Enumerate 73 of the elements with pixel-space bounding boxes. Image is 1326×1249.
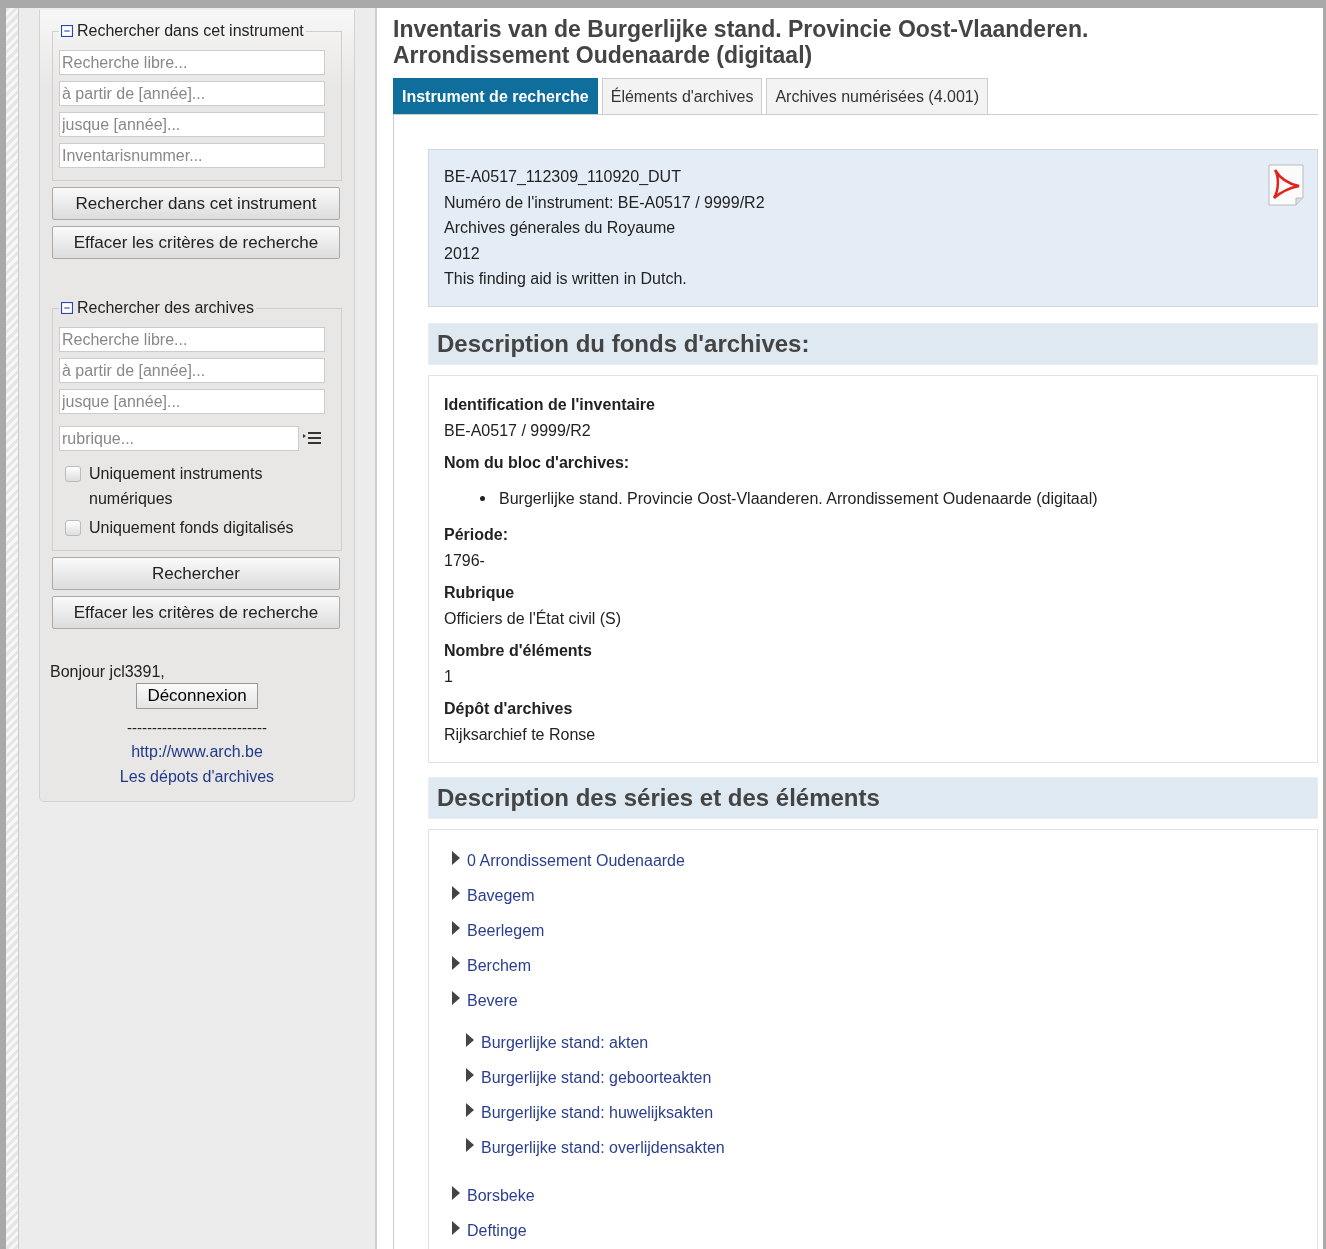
expand-arrow-icon[interactable]	[465, 1067, 475, 1083]
collapse-icon[interactable]	[61, 302, 73, 314]
search-field[interactable]: Recherche libre...	[59, 50, 325, 75]
tab[interactable]: Instrument de recherche	[393, 78, 598, 114]
tab[interactable]: Archives numérisées (4.001)	[766, 78, 989, 114]
logout-button[interactable]: Déconnexion	[136, 683, 258, 709]
group-legend: Rechercher des archives	[77, 299, 254, 317]
search-field[interactable]: jusque [année]...	[59, 389, 325, 414]
pdf-icon[interactable]	[1267, 164, 1305, 206]
search-field[interactable]: Recherche libre...	[59, 327, 325, 352]
field-label: Identification de l'inventaire	[444, 394, 656, 415]
tree-item[interactable]: Bavegem	[467, 887, 535, 905]
info-text: Archives génerales du Royaume	[444, 218, 677, 238]
list-picker-icon[interactable]	[303, 430, 321, 447]
tree-item[interactable]: Deftinge	[467, 1222, 527, 1240]
expand-arrow-icon[interactable]	[465, 1137, 475, 1153]
expand-arrow-icon[interactable]	[465, 1032, 475, 1048]
group-legend: Rechercher dans cet instrument	[77, 22, 304, 40]
tree-item[interactable]: Beerlegem	[467, 922, 545, 940]
bullet-icon	[480, 496, 485, 501]
checkbox[interactable]	[65, 466, 81, 482]
field-value: BE-A0517 / 9999/R2	[444, 420, 592, 441]
expand-arrow-icon[interactable]	[451, 920, 461, 936]
search-field[interactable]: à partir de [année]...	[59, 81, 325, 106]
info-text: 2012	[444, 243, 481, 264]
info-text: BE-A0517_112309_110920_DUT	[444, 167, 682, 187]
tree-item[interactable]: Burgerlijke stand: geboorteakten	[481, 1069, 712, 1087]
greeting-text: Bonjour jcl3391,	[50, 663, 166, 681]
field-label: Dépôt d'archives	[444, 698, 574, 719]
search-button[interactable]: Effacer les critères de recherche	[52, 226, 340, 259]
field-value: Officiers de l'État civil (S)	[444, 608, 623, 629]
field-label: Nombre d'éléments	[444, 640, 593, 661]
field-label: Nom du bloc d'archives:	[444, 452, 631, 473]
footer-link[interactable]: Les dépots d'archives	[119, 768, 275, 785]
expand-arrow-icon[interactable]	[451, 1185, 461, 1201]
tree-item[interactable]: 0 Arrondissement Oudenaarde	[467, 852, 685, 870]
tree-item[interactable]: Burgerlijke stand: huwelijksakten	[481, 1104, 714, 1122]
footer-link[interactable]: http://www.arch.be	[131, 743, 263, 760]
separator-text: ----------------------------	[126, 718, 268, 738]
checkbox-label: Uniquement fonds digitalisés	[89, 518, 294, 538]
field-value: 1796-	[444, 550, 486, 571]
search-field[interactable]: jusque [année]...	[59, 112, 325, 137]
expand-arrow-icon[interactable]	[451, 1220, 461, 1236]
tree-item[interactable]: Berchem	[467, 957, 532, 975]
tree-item[interactable]: Burgerlijke stand: overlijdensakten	[481, 1139, 725, 1157]
search-field[interactable]: à partir de [année]...	[59, 358, 325, 383]
checkbox-label: Uniquement instruments numériques	[89, 464, 264, 509]
expand-arrow-icon[interactable]	[451, 990, 461, 1006]
expand-arrow-icon[interactable]	[451, 955, 461, 971]
search-button[interactable]: Rechercher dans cet instrument	[52, 187, 340, 220]
tree-item[interactable]: Burgerlijke stand: akten	[481, 1034, 649, 1052]
search-button[interactable]: Effacer les critères de recherche	[52, 596, 340, 629]
field-label: Rubrique	[444, 582, 516, 603]
expand-arrow-icon[interactable]	[451, 850, 461, 866]
field-value: 1	[444, 666, 454, 687]
info-text: Numéro de l'instrument: BE-A0517 / 9999/R2	[444, 192, 765, 213]
section-heading: Description du fonds d'archives:	[428, 322, 1318, 365]
tree-item[interactable]: Borsbeke	[467, 1187, 535, 1205]
search-field[interactable]: Inventarisnummer...	[59, 143, 325, 168]
tree-item[interactable]: Bevere	[467, 992, 518, 1010]
info-text: This finding aid is written in Dutch.	[444, 269, 688, 289]
field-label: Période:	[444, 524, 509, 545]
expand-arrow-icon[interactable]	[465, 1102, 475, 1118]
collapse-icon[interactable]	[61, 25, 73, 37]
field-value: Burgerlijke stand. Provincie Oost-Vlaanderen. Arrondissement Oudenaarde (digitaal)	[499, 488, 1098, 509]
section-heading: Description des séries et des éléments	[428, 776, 1318, 819]
checkbox[interactable]	[65, 520, 81, 536]
tab[interactable]: Éléments d'archives	[601, 78, 763, 114]
category-field[interactable]: rubrique...	[59, 426, 299, 451]
search-button[interactable]: Rechercher	[52, 557, 340, 590]
page-title: Inventaris van de Burgerlijke stand. Provincie Oost-Vlaanderen. Arrondissement Oudenaarde (digitaal)	[393, 16, 1090, 68]
field-value: Rijksarchief te Ronse	[444, 724, 597, 745]
expand-arrow-icon[interactable]	[451, 885, 461, 901]
